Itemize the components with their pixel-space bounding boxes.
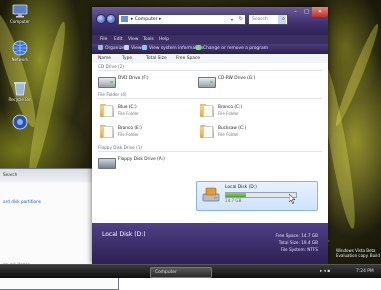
watermark-line: Evaluation copy. Build [336,253,380,258]
folder-icon [100,103,114,117]
item-name: Local Disk (D:) [225,185,257,190]
column-type[interactable]: Type [122,54,132,63]
menu-help[interactable]: Help [159,35,169,44]
desktop-watermark: Windows Vista Beta Evaluation copy. Buil… [336,248,380,258]
column-free-space[interactable]: Free Space [176,54,200,63]
column-total-size[interactable]: Total Size [146,54,167,63]
folder-icon [100,124,114,138]
mouse-cursor-icon [289,194,296,204]
breadcrumb-computer[interactable]: Computer [135,17,158,22]
views-icon [124,45,129,50]
chevron-down-icon[interactable]: ▾ [231,15,233,24]
details-file-system: File System: NTFS [280,247,318,252]
group-header-folders[interactable]: File Folder (4) [98,92,322,99]
item-name: Bucksaw (C:) [218,126,247,131]
title-bar[interactable]: ‹ › ▸ Computer ▸ ▾ ↻ Search ⌕ – □ ✕ [92,7,328,35]
menu-view[interactable]: View [128,35,138,44]
organize-icon [98,45,103,50]
desktop-icon-computer[interactable]: Computer [0,4,40,24]
item-type: File Folder [218,132,239,137]
programs-icon [196,45,201,50]
group-header-floppy[interactable]: Floppy Disk Drive (1) [98,145,322,152]
column-name[interactable]: Name [98,54,111,63]
organize-button[interactable]: Organize [98,44,125,54]
wallpaper-streak [331,22,381,128]
breadcrumb-separator: ▸ [159,17,162,22]
change-program-button[interactable]: Change or remove a program [196,44,268,54]
dvd-drive-icon [98,77,116,88]
disk-free-text: 14.7 GB [225,198,242,203]
list-item[interactable]: Bronco (C:) File Folder [196,102,282,122]
item-name: Bronco (E:) [118,126,142,131]
forward-button[interactable]: › [106,14,116,24]
window-title: Search [3,172,18,177]
maximize-button[interactable]: □ [301,7,312,17]
taskbar-item-computer[interactable]: Computer [150,267,212,278]
computer-icon [12,4,28,18]
floppy-drive-icon [98,158,116,169]
menu-bar: File Edit View Tools Help [92,35,328,44]
computer-icon [121,16,128,22]
address-bar[interactable]: ▸ Computer ▸ ▾ ↻ [118,14,246,25]
details-total-size: Total Size: 19.4 GB [278,240,318,245]
button-label: Organize [105,46,125,51]
local-disk-item-selected[interactable]: Local Disk (D:) 14.7 GB [196,181,318,211]
search-icon[interactable]: ⌕ [278,15,286,24]
item-name: Blue (C:) [118,105,137,110]
button-label: Change or remove a program [203,46,268,51]
details-free-space: Free Space: 14.7 GB [275,233,319,238]
minimize-button[interactable]: – [290,7,301,17]
desktop-icon-label: Network [11,57,29,62]
breadcrumb-separator: ▸ [131,17,134,22]
desktop-icon-label: Computer [10,19,30,24]
item-name: Bronco (C:) [218,105,243,110]
taskbar-clock[interactable]: 7:24 PM [356,267,374,276]
desktop-icon-label: Recycle Bin [8,97,32,102]
wallpaper-streak [0,10,43,130]
details-title: Local Disk (D:) [102,231,146,238]
list-item[interactable]: CD-RW Drive (G:) [196,73,282,93]
item-name: CD-RW Drive (G:) [218,76,256,81]
recycle-bin-icon [14,82,26,96]
group-header-cd[interactable]: CD Drive (2) [98,64,322,71]
item-name: Floppy Disk Drive (A:) [118,157,165,162]
cd-drive-icon [198,77,216,88]
menu-file[interactable]: File [100,35,107,44]
search-placeholder: Search [252,17,268,22]
folder-icon [200,103,214,117]
item-type: File Folder [218,111,239,116]
address-path: ▸ Computer ▸ [131,15,161,24]
item-type: File Folder [118,132,139,137]
disk-usage-fill [226,193,246,197]
list-item[interactable]: Floppy Disk Drive (A:) [96,154,182,174]
program-icon [12,114,28,130]
menu-tools[interactable]: Tools [143,35,154,44]
tray-icons[interactable]: ▸ ◂ ▪ [320,267,350,276]
desktop-icon-network[interactable]: Network [0,40,40,62]
details-pane: Local Disk (D:) Free Space: 14.7 GB Tota… [92,223,328,265]
item-name: DVD Drive (F:) [118,76,149,81]
menu-edit[interactable]: Edit [114,35,123,44]
desktop-icon-program[interactable] [0,114,40,131]
taskbar: Computer ▸ ◂ ▪ 7:24 PM [0,264,381,278]
list-item[interactable]: Blue (C:) File Folder [96,102,182,122]
command-bar: Organize Views View system information C… [92,44,328,54]
list-item[interactable]: Bucksaw (C:) File Folder [196,123,282,143]
search-input[interactable]: Search ⌕ [248,14,288,25]
close-button[interactable]: ✕ [312,7,328,17]
hard-drive-icon [202,187,220,202]
desktop-icon-recycle-bin[interactable]: Recycle Bin [0,80,40,102]
item-type: File Folder [118,111,139,116]
system-info-icon [142,45,147,50]
back-button[interactable]: ‹ [96,14,106,24]
system-info-button[interactable]: View system information [142,44,203,54]
list-item[interactable]: DVD Drive (F:) [96,73,182,93]
views-button[interactable]: Views [124,44,144,54]
folder-icon [200,124,214,138]
refresh-icon[interactable]: ↻ [239,15,243,24]
list-item[interactable]: Bronco (E:) File Folder [96,123,182,143]
task-link[interactable]: ard disk partitions [3,199,41,204]
network-icon [12,40,28,56]
explorer-window[interactable]: ‹ › ▸ Computer ▸ ▾ ↻ Search ⌕ – □ ✕ File… [92,7,328,265]
